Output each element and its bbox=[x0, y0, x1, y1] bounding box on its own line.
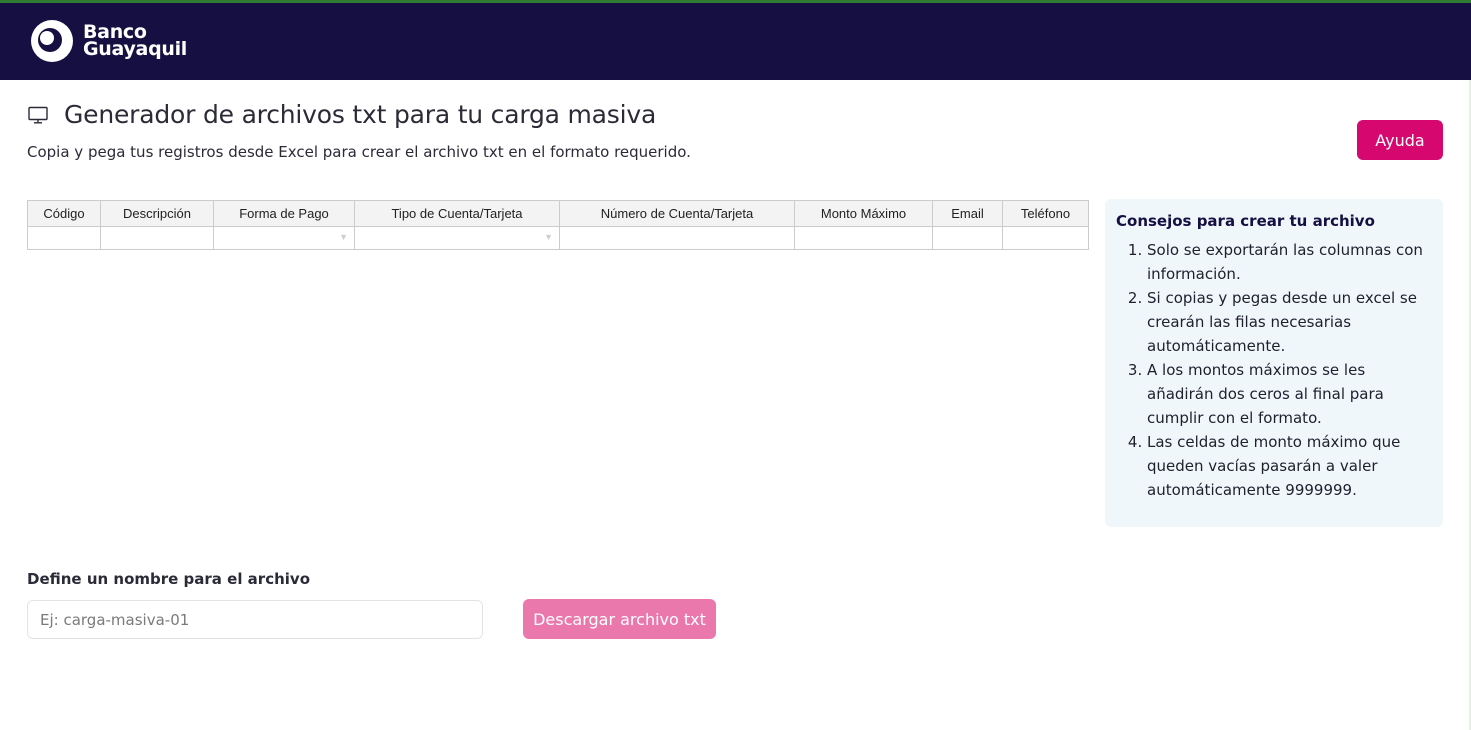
filename-label: Define un nombre para el archivo bbox=[27, 570, 310, 588]
app-header: Banco Guayaquil bbox=[0, 3, 1471, 80]
help-button[interactable]: Ayuda bbox=[1357, 120, 1443, 160]
logo-text-line2: Guayaquil bbox=[83, 38, 188, 60]
column-header-tipo-de-cuenta[interactable]: Tipo de Cuenta/Tarjeta bbox=[354, 200, 560, 227]
column-header-email[interactable]: Email bbox=[932, 200, 1003, 227]
records-grid[interactable]: Código Descripción Forma de Pago Tipo de… bbox=[27, 200, 1089, 250]
list-item: Si copias y pegas desde un excel se crea… bbox=[1147, 286, 1433, 358]
tips-panel: Consejos para crear tu archivo Solo se e… bbox=[1105, 199, 1443, 527]
tips-title: Consejos para crear tu archivo bbox=[1116, 212, 1375, 230]
dropdown-arrow-icon[interactable]: ▼ bbox=[339, 232, 348, 242]
cell-tipo-de-cuenta[interactable]: ▼ bbox=[354, 226, 560, 250]
column-header-telefono[interactable]: Teléfono bbox=[1002, 200, 1089, 227]
column-header-numero-de-cuenta[interactable]: Número de Cuenta/Tarjeta bbox=[559, 200, 795, 227]
dropdown-arrow-icon[interactable]: ▼ bbox=[544, 232, 553, 242]
page-title: Generador de archivos txt para tu carga … bbox=[64, 100, 657, 129]
logo-ring-icon bbox=[31, 20, 73, 62]
list-item: Las celdas de monto máximo que queden va… bbox=[1147, 430, 1433, 502]
cell-codigo[interactable] bbox=[27, 226, 101, 250]
banco-guayaquil-logo[interactable]: Banco Guayaquil bbox=[30, 19, 187, 63]
logo-text: Banco Guayaquil bbox=[83, 23, 188, 60]
cell-descripcion[interactable] bbox=[100, 226, 214, 250]
page-title-row: Generador de archivos txt para tu carga … bbox=[28, 100, 656, 129]
monitor-icon bbox=[28, 106, 48, 123]
filename-input[interactable] bbox=[27, 600, 483, 639]
column-header-codigo[interactable]: Código bbox=[27, 200, 101, 227]
column-header-descripcion[interactable]: Descripción bbox=[100, 200, 214, 227]
cell-email[interactable] bbox=[932, 226, 1003, 250]
cell-numero-de-cuenta[interactable] bbox=[559, 226, 795, 250]
grid-header-row: Código Descripción Forma de Pago Tipo de… bbox=[27, 200, 1089, 227]
tips-list: Solo se exportarán las columnas con info… bbox=[1116, 238, 1433, 502]
page-subtitle: Copia y pega tus registros desde Excel p… bbox=[27, 143, 691, 161]
list-item: A los montos máximos se les añadirán dos… bbox=[1147, 358, 1433, 430]
column-header-monto-maximo[interactable]: Monto Máximo bbox=[794, 200, 933, 227]
download-txt-button[interactable]: Descargar archivo txt bbox=[523, 599, 716, 639]
cell-telefono[interactable] bbox=[1002, 226, 1089, 250]
cell-forma-de-pago[interactable]: ▼ bbox=[213, 226, 355, 250]
table-row: ▼ ▼ bbox=[27, 226, 1089, 250]
cell-monto-maximo[interactable] bbox=[794, 226, 933, 250]
list-item: Solo se exportarán las columnas con info… bbox=[1147, 238, 1433, 286]
column-header-forma-de-pago[interactable]: Forma de Pago bbox=[213, 200, 355, 227]
